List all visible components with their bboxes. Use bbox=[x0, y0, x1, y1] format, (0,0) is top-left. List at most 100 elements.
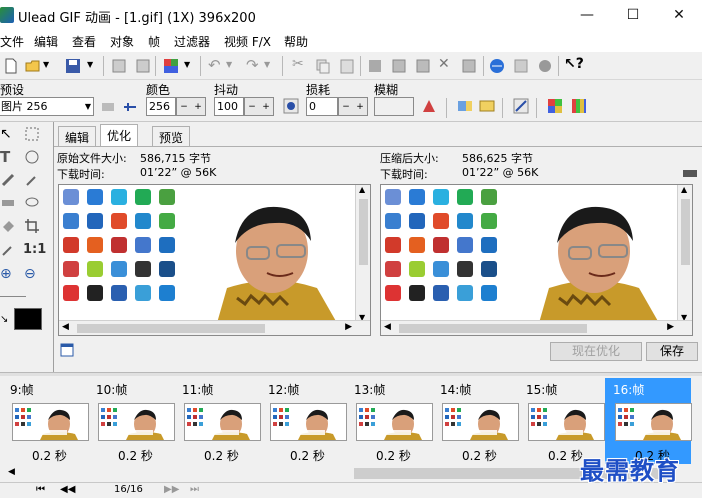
browser-preview-icon[interactable] bbox=[488, 57, 506, 75]
compressed-horizontal-scrollbar[interactable]: ◀ ▶ bbox=[381, 320, 692, 335]
redo-icon[interactable]: ↷ bbox=[246, 56, 259, 74]
paste-icon[interactable] bbox=[338, 57, 356, 75]
fill-tool-icon[interactable] bbox=[0, 218, 16, 234]
save-dropdown-icon[interactable]: ▼ bbox=[87, 60, 93, 69]
cut-icon[interactable]: ✂ bbox=[292, 56, 304, 72]
lasso-tool-icon[interactable] bbox=[24, 149, 40, 165]
original-horizontal-scrollbar[interactable]: ◀ ▶ bbox=[59, 320, 370, 335]
actual-size-icon[interactable]: 1:1 bbox=[23, 242, 46, 258]
blur-label: 模糊 bbox=[374, 83, 399, 97]
frame-item[interactable]: 13:帧 0.2 秒 bbox=[346, 378, 433, 464]
help-pointer-icon[interactable]: ↖? bbox=[564, 56, 584, 72]
optimize-icon[interactable] bbox=[512, 57, 530, 75]
frame-item[interactable]: 11:帧 0.2 秒 bbox=[174, 378, 261, 464]
frame-item[interactable]: 12:帧 0.2 秒 bbox=[260, 378, 347, 464]
select-tool-icon[interactable] bbox=[24, 126, 40, 142]
preset-select[interactable]: 图片 256 ▼ bbox=[0, 97, 94, 116]
tab-preview[interactable]: 预览 bbox=[152, 126, 191, 146]
eyedropper-tool-icon[interactable] bbox=[0, 242, 16, 258]
frame-tools-icon[interactable] bbox=[414, 57, 432, 75]
minimize-button[interactable]: — bbox=[564, 0, 610, 30]
frame-add-icon[interactable] bbox=[366, 57, 384, 75]
zoom-out-icon[interactable]: ⊖ bbox=[24, 266, 40, 282]
original-download-value: 01’22” @ 56K bbox=[140, 166, 217, 179]
frame-label: 13:帧 bbox=[354, 383, 386, 397]
ellipse-tool-icon[interactable] bbox=[24, 194, 40, 210]
colors-input[interactable]: 256 bbox=[146, 97, 176, 116]
frame-label: 15:帧 bbox=[526, 383, 558, 397]
undo-icon[interactable]: ↶ bbox=[208, 56, 221, 74]
resize-icon[interactable] bbox=[460, 57, 478, 75]
original-preview-pane[interactable]: ▲ ▼ ◀ ▶ bbox=[58, 184, 371, 336]
frame-item[interactable]: 14:帧 0.2 秒 bbox=[432, 378, 519, 464]
frame-thumbnail bbox=[442, 403, 519, 441]
menu-help[interactable]: 帮助 bbox=[284, 33, 308, 50]
save-button[interactable]: 保存 bbox=[646, 342, 698, 361]
magic-wand-icon[interactable] bbox=[24, 172, 40, 188]
last-frame-icon[interactable]: ⏭ bbox=[190, 484, 199, 495]
blur-input[interactable] bbox=[374, 97, 414, 116]
modem-icon[interactable] bbox=[682, 168, 698, 178]
menu-video-fx[interactable]: 视频 F/X bbox=[224, 33, 271, 50]
open-folder-icon[interactable] bbox=[24, 57, 42, 75]
open-dropdown-icon[interactable]: ▼ bbox=[43, 60, 49, 69]
dither-input[interactable]: 100 bbox=[214, 97, 244, 116]
compressed-preview-pane[interactable]: ▲ ▼ ◀ ▶ bbox=[380, 184, 693, 336]
eraser-tool-icon[interactable] bbox=[0, 194, 16, 210]
brush-tool-icon[interactable] bbox=[0, 172, 16, 188]
scroll-left-icon[interactable]: ◀ bbox=[8, 467, 15, 477]
dither-spinner[interactable]: − + bbox=[244, 97, 274, 116]
first-frame-icon[interactable]: ⏮ bbox=[36, 484, 45, 495]
delete-frame-icon[interactable]: ✕ bbox=[438, 56, 450, 72]
new-file-icon[interactable] bbox=[2, 57, 20, 75]
pointer-tool-icon[interactable]: ↖ bbox=[0, 126, 16, 142]
palette-icon[interactable] bbox=[162, 57, 180, 75]
prev-frame-icon[interactable]: ◀◀ bbox=[60, 484, 75, 495]
export-icon[interactable] bbox=[110, 57, 128, 75]
frame-item[interactable]: 9:帧 0.2 秒 bbox=[2, 378, 89, 464]
foreground-color-swatch[interactable] bbox=[14, 308, 42, 330]
undo-dropdown-icon[interactable]: ▼ bbox=[226, 60, 232, 69]
zoom-in-icon[interactable]: ⊕ bbox=[0, 266, 16, 282]
crop-tool-icon[interactable] bbox=[24, 218, 40, 234]
colors-spinner[interactable]: − + bbox=[176, 97, 206, 116]
menu-filter[interactable]: 过滤器 bbox=[174, 33, 210, 50]
redo-dropdown-icon[interactable]: ▼ bbox=[264, 60, 270, 69]
text-tool-icon[interactable]: T bbox=[0, 148, 16, 166]
interlace-icon[interactable] bbox=[478, 97, 496, 115]
compressed-vertical-scrollbar[interactable]: ▲ ▼ bbox=[677, 185, 692, 322]
close-button[interactable]: ✕ bbox=[656, 0, 702, 30]
optimize-now-button[interactable]: 现在优化 bbox=[550, 342, 642, 361]
loss-spinner[interactable]: − + bbox=[338, 97, 368, 116]
menu-object[interactable]: 对象 bbox=[110, 33, 134, 50]
preset-add-icon[interactable] bbox=[100, 99, 116, 115]
window-toggle-icon[interactable] bbox=[60, 343, 74, 357]
preset-delete-icon[interactable] bbox=[122, 99, 138, 115]
menu-file[interactable]: 文件 bbox=[0, 33, 24, 50]
menu-edit[interactable]: 编辑 bbox=[34, 33, 58, 50]
save-icon[interactable] bbox=[64, 57, 82, 75]
import-icon[interactable] bbox=[134, 57, 152, 75]
frame-duplicate-icon[interactable] bbox=[390, 57, 408, 75]
transparency-icon[interactable] bbox=[456, 97, 474, 115]
next-frame-icon[interactable]: ▶▶ bbox=[164, 484, 179, 495]
dither-settings-icon[interactable] bbox=[282, 97, 300, 115]
preset-dropdown-icon[interactable]: ▼ bbox=[85, 98, 91, 115]
palette-dropdown-icon[interactable]: ▼ bbox=[184, 60, 190, 69]
menu-frame[interactable]: 帧 bbox=[148, 33, 160, 50]
tab-edit[interactable]: 编辑 bbox=[58, 126, 97, 146]
original-vertical-scrollbar[interactable]: ▲ ▼ bbox=[355, 185, 370, 322]
quality-icon[interactable] bbox=[420, 97, 438, 115]
color-reduce-icon[interactable] bbox=[512, 97, 530, 115]
color-palette-icon[interactable] bbox=[546, 97, 564, 115]
frame-item[interactable]: 10:帧 0.2 秒 bbox=[88, 378, 175, 464]
copy-icon[interactable] bbox=[314, 57, 332, 75]
frame-thumbnail bbox=[528, 403, 605, 441]
main-toolbar: ▼ ▼ ▼ ↶ ▼ ↷ ▼ ✂ ✕ ↖? bbox=[0, 52, 702, 80]
menu-view[interactable]: 查看 bbox=[72, 33, 96, 50]
loss-input[interactable]: 0 bbox=[306, 97, 338, 116]
color-table-icon[interactable] bbox=[570, 97, 588, 115]
banner-icon[interactable] bbox=[536, 57, 554, 75]
tab-optimize[interactable]: 优化 bbox=[100, 124, 139, 146]
maximize-button[interactable]: ☐ bbox=[610, 0, 656, 30]
